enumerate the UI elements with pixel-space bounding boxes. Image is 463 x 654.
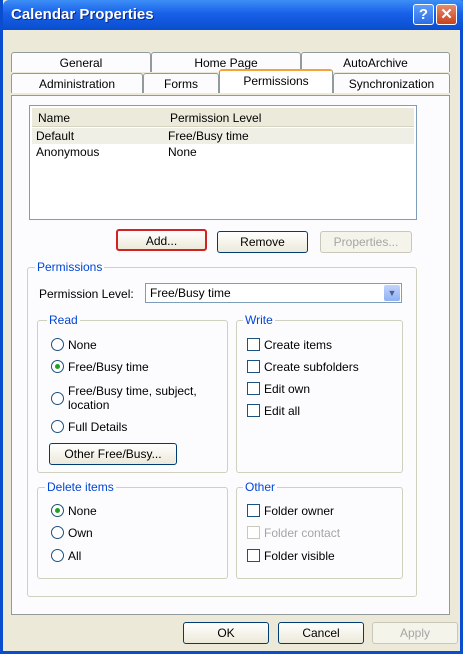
list-item-level: None — [168, 145, 197, 159]
folder-owner-label: Folder owner — [264, 504, 335, 518]
radio-icon — [51, 549, 64, 562]
help-icon[interactable]: ? — [413, 4, 434, 25]
other-legend: Other — [243, 480, 278, 494]
checkbox-icon — [247, 504, 260, 517]
tab-administration[interactable]: Administration — [11, 73, 143, 93]
list-item[interactable]: Default Free/Busy time — [32, 128, 414, 144]
column-name-header[interactable]: Name — [38, 111, 70, 125]
radio-icon — [51, 392, 64, 405]
tab-synchronization[interactable]: Synchronization — [333, 73, 450, 93]
remove-button[interactable]: Remove — [217, 231, 308, 253]
apply-button[interactable]: Apply — [372, 622, 458, 644]
delete-own-label: Own — [68, 526, 93, 540]
create-items-label: Create items — [264, 338, 333, 352]
delete-none-label: None — [68, 504, 97, 518]
ok-button[interactable]: OK — [183, 622, 269, 644]
delete-items-group — [37, 487, 228, 579]
checkbox-icon — [247, 526, 260, 539]
chevron-down-icon[interactable]: ▼ — [384, 285, 400, 301]
list-item[interactable]: Anonymous None — [32, 144, 414, 160]
checkbox-icon — [247, 382, 260, 395]
edit-own-label: Edit own — [264, 382, 311, 396]
delete-items-legend: Delete items — [45, 480, 116, 494]
edit-all-label: Edit all — [264, 404, 301, 418]
radio-icon — [51, 526, 64, 539]
read-location-label: location — [68, 398, 110, 412]
tab-forms[interactable]: Forms — [143, 73, 219, 93]
checkbox-icon — [247, 338, 260, 351]
permission-level-dropdown[interactable]: Free/Busy time ▼ — [145, 283, 402, 303]
write-legend: Write — [243, 313, 275, 327]
column-permission-level-header[interactable]: Permission Level — [170, 111, 261, 125]
tab-general[interactable]: General — [11, 52, 151, 72]
window-title: Calendar Properties — [11, 6, 154, 23]
permission-level-value: Free/Busy time — [150, 286, 231, 300]
other-free-busy-button[interactable]: Other Free/Busy... — [49, 443, 177, 465]
checkbox-icon — [247, 549, 260, 562]
dialog-window: Calendar Properties ? ✕ General Home Pag… — [0, 0, 463, 654]
permissions-legend: Permissions — [35, 260, 105, 274]
read-none-label: None — [68, 338, 97, 352]
delete-all-label: All — [68, 549, 82, 563]
checkbox-icon — [247, 404, 260, 417]
close-icon[interactable]: ✕ — [436, 4, 457, 25]
list-item-name: Default — [36, 129, 75, 143]
read-free-busy-label: Free/Busy time — [68, 360, 149, 374]
radio-selected-icon — [51, 504, 64, 517]
folder-visible-label: Folder visible — [264, 549, 335, 563]
folder-contact-label: Folder contact — [264, 526, 341, 540]
add-button[interactable]: Add... — [116, 229, 207, 251]
read-subject-label: Free/Busy time, subject, — [68, 384, 197, 398]
read-legend: Read — [47, 313, 80, 327]
checkbox-icon — [247, 360, 260, 373]
tab-permissions[interactable]: Permissions — [219, 69, 333, 93]
properties-button[interactable]: Properties... — [320, 231, 412, 253]
create-subfolders-label: Create subfolders — [264, 360, 359, 374]
list-header: Name Permission Level — [32, 108, 414, 127]
list-item-level: Free/Busy time — [168, 129, 249, 143]
radio-selected-icon — [51, 360, 64, 373]
title-bar[interactable]: Calendar Properties ? ✕ — [3, 0, 463, 30]
permission-level-label: Permission Level: — [39, 287, 134, 301]
list-item-name: Anonymous — [36, 145, 100, 159]
cancel-button[interactable]: Cancel — [278, 622, 364, 644]
permission-list[interactable]: Name Permission Level Default Free/Busy … — [29, 105, 417, 220]
read-full-details-label: Full Details — [68, 420, 128, 434]
radio-icon — [51, 420, 64, 433]
radio-icon — [51, 338, 64, 351]
